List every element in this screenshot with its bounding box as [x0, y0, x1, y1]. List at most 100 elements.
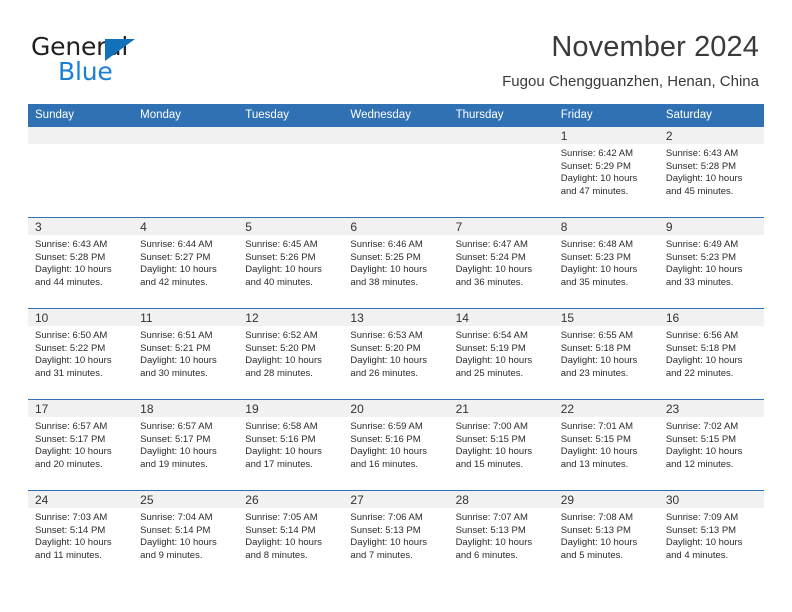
- calendar-day-cell[interactable]: 17 Sunrise: 6:57 AM Sunset: 5:17 PM Dayligh…: [28, 399, 134, 491]
- sunset-text: Sunset: 5:14 PM: [245, 524, 316, 536]
- calendar-day-cell[interactable]: 28 Sunrise: 7:07 AM Sunset: 5:13 PM Dayligh…: [448, 490, 554, 581]
- column-header-wednesday: Wednesday: [343, 104, 449, 127]
- sunrise-text: Sunrise: 6:58 AM: [245, 421, 318, 432]
- daylight-text-line1: Daylight: 10 hours: [665, 264, 743, 276]
- calendar-day-cell[interactable]: 20 Sunrise: 6:59 AM Sunset: 5:16 PM Dayligh…: [343, 399, 449, 491]
- daylight-text-line2: and 47 minutes.: [560, 185, 629, 197]
- calendar-day-cell[interactable]: 14 Sunrise: 6:54 AM Sunset: 5:19 PM Dayligh…: [448, 308, 554, 400]
- sunset-text: Sunset: 5:18 PM: [665, 342, 737, 354]
- calendar-day-cell[interactable]: 30 Sunrise: 7:09 AM Sunset: 5:13 PM Dayligh…: [658, 490, 764, 581]
- day-number: 26: [238, 491, 344, 508]
- calendar-day-cell[interactable]: 11 Sunrise: 6:51 AM Sunset: 5:21 PM Dayligh…: [133, 308, 239, 400]
- day-sun-info: Sunrise: 6:58 AM Sunset: 5:16 PM Daylight:…: [238, 417, 343, 471]
- sunrise-text: Sunrise: 6:51 AM: [140, 330, 213, 341]
- daylight-text-line1: Daylight: 10 hours: [665, 537, 743, 549]
- day-number: 12: [238, 309, 344, 326]
- calendar-day-cell[interactable]: 7 Sunrise: 6:47 AM Sunset: 5:24 PM Daylight…: [448, 217, 554, 309]
- sunrise-text: Sunrise: 6:43 AM: [35, 239, 108, 250]
- calendar-day-cell[interactable]: 13 Sunrise: 6:53 AM Sunset: 5:20 PM Dayligh…: [343, 308, 449, 400]
- calendar-day-cell-empty: [343, 127, 449, 218]
- calendar-day-cell[interactable]: 15 Sunrise: 6:55 AM Sunset: 5:18 PM Dayligh…: [553, 308, 659, 400]
- day-number: 27: [343, 491, 449, 508]
- daylight-text-line1: Daylight: 10 hours: [35, 355, 112, 367]
- day-sun-info: Sunrise: 7:08 AM Sunset: 5:13 PM Daylight:…: [554, 508, 659, 562]
- day-sun-info: Sunrise: 7:01 AM Sunset: 5:15 PM Daylight:…: [554, 417, 659, 471]
- sunrise-text: Sunrise: 6:43 AM: [665, 148, 739, 159]
- day-sun-info: Sunrise: 7:06 AM Sunset: 5:13 PM Daylight:…: [343, 508, 448, 562]
- sunset-text: Sunset: 5:26 PM: [245, 251, 316, 263]
- brand-logo[interactable]: General Blue: [31, 33, 221, 89]
- sunset-text: Sunset: 5:25 PM: [350, 251, 421, 263]
- sunrise-text: Sunrise: 6:52 AM: [245, 330, 318, 341]
- calendar-day-cell[interactable]: 23 Sunrise: 7:02 AM Sunset: 5:15 PM Dayligh…: [658, 399, 764, 491]
- calendar-day-cell[interactable]: 29 Sunrise: 7:08 AM Sunset: 5:13 PM Dayligh…: [553, 490, 659, 581]
- calendar-day-cell[interactable]: 4 Sunrise: 6:44 AM Sunset: 5:27 PM Daylight…: [133, 217, 239, 309]
- day-sun-info: Sunrise: 6:54 AM Sunset: 5:19 PM Daylight:…: [449, 326, 554, 380]
- calendar-week-row: 17 Sunrise: 6:57 AM Sunset: 5:17 PM Dayligh…: [28, 399, 764, 491]
- calendar-day-cell[interactable]: 8 Sunrise: 6:48 AM Sunset: 5:23 PM Daylight…: [553, 217, 659, 309]
- sunrise-text: Sunrise: 7:08 AM: [560, 512, 634, 523]
- day-sun-info: Sunrise: 6:57 AM Sunset: 5:17 PM Daylight:…: [133, 417, 238, 471]
- column-header-tuesday: Tuesday: [238, 104, 344, 127]
- day-number: [448, 127, 554, 144]
- sunrise-text: Sunrise: 6:53 AM: [350, 330, 423, 341]
- calendar-day-cell[interactable]: 6 Sunrise: 6:46 AM Sunset: 5:25 PM Daylight…: [343, 217, 449, 309]
- calendar-day-cell[interactable]: 1 Sunrise: 6:42 AM Sunset: 5:29 PM Daylight…: [553, 127, 659, 218]
- sunset-text: Sunset: 5:13 PM: [560, 524, 631, 536]
- daylight-text-line2: and 26 minutes.: [350, 367, 419, 379]
- daylight-text-line1: Daylight: 10 hours: [665, 173, 743, 185]
- daylight-text-line2: and 23 minutes.: [560, 367, 629, 379]
- daylight-text-line2: and 35 minutes.: [560, 276, 629, 288]
- calendar-day-cell[interactable]: 3 Sunrise: 6:43 AM Sunset: 5:28 PM Daylight…: [28, 217, 134, 309]
- day-sun-info: Sunrise: 7:07 AM Sunset: 5:13 PM Daylight:…: [449, 508, 554, 562]
- day-number: [133, 127, 239, 144]
- calendar-day-cell[interactable]: 9 Sunrise: 6:49 AM Sunset: 5:23 PM Daylight…: [658, 217, 764, 309]
- calendar-day-cell[interactable]: 22 Sunrise: 7:01 AM Sunset: 5:15 PM Dayligh…: [553, 399, 659, 491]
- calendar-week-row: 1 Sunrise: 6:42 AM Sunset: 5:29 PM Daylight…: [28, 127, 764, 218]
- calendar-day-cell-empty: [28, 127, 134, 218]
- calendar-table: Sunday Monday Tuesday Wednesday Thursday Frid…: [28, 104, 764, 581]
- daylight-text-line1: Daylight: 10 hours: [245, 355, 322, 367]
- sunrise-text: Sunrise: 6:44 AM: [140, 239, 213, 250]
- location-subtitle: Fugou Chengguanzhen, Henan, China: [502, 73, 759, 90]
- daylight-text-line1: Daylight: 10 hours: [560, 264, 638, 276]
- day-number: 9: [658, 218, 764, 235]
- calendar-day-cell[interactable]: 24 Sunrise: 7:03 AM Sunset: 5:14 PM Dayligh…: [28, 490, 134, 581]
- calendar-week-row: 10 Sunrise: 6:50 AM Sunset: 5:22 PM Dayligh…: [28, 308, 764, 400]
- calendar-day-cell[interactable]: 10 Sunrise: 6:50 AM Sunset: 5:22 PM Dayligh…: [28, 308, 134, 400]
- daylight-text-line1: Daylight: 10 hours: [560, 173, 638, 185]
- daylight-text-line1: Daylight: 10 hours: [350, 264, 427, 276]
- day-sun-info: Sunrise: 6:43 AM Sunset: 5:28 PM Daylight:…: [28, 235, 133, 289]
- daylight-text-line2: and 11 minutes.: [35, 549, 102, 561]
- day-sun-info: Sunrise: 7:00 AM Sunset: 5:15 PM Daylight:…: [449, 417, 554, 471]
- day-sun-info: Sunrise: 6:45 AM Sunset: 5:26 PM Daylight:…: [238, 235, 343, 289]
- sunrise-text: Sunrise: 7:02 AM: [665, 421, 739, 432]
- daylight-text-line2: and 6 minutes.: [455, 549, 518, 561]
- day-number: [238, 127, 344, 144]
- page-header: General Blue November 2024 Fugou Chenggu…: [0, 0, 792, 100]
- calendar-day-cell[interactable]: 12 Sunrise: 6:52 AM Sunset: 5:20 PM Dayligh…: [238, 308, 344, 400]
- day-number: 2: [658, 127, 764, 144]
- calendar-day-cell[interactable]: 5 Sunrise: 6:45 AM Sunset: 5:26 PM Daylight…: [238, 217, 344, 309]
- calendar-day-cell[interactable]: 19 Sunrise: 6:58 AM Sunset: 5:16 PM Dayligh…: [238, 399, 344, 491]
- calendar-day-cell[interactable]: 27 Sunrise: 7:06 AM Sunset: 5:13 PM Dayligh…: [343, 490, 449, 581]
- sunset-text: Sunset: 5:17 PM: [140, 433, 211, 445]
- calendar-day-cell[interactable]: 26 Sunrise: 7:05 AM Sunset: 5:14 PM Dayligh…: [238, 490, 344, 581]
- calendar-day-cell-empty: [448, 127, 554, 218]
- daylight-text-line2: and 4 minutes.: [665, 549, 729, 561]
- day-number: 7: [448, 218, 554, 235]
- calendar-day-cell[interactable]: 2 Sunrise: 6:43 AM Sunset: 5:28 PM Daylight…: [658, 127, 764, 218]
- calendar-body: 1 Sunrise: 6:42 AM Sunset: 5:29 PM Daylight…: [28, 127, 764, 581]
- calendar-page: General Blue November 2024 Fugou Chenggu…: [0, 0, 792, 612]
- sunset-text: Sunset: 5:16 PM: [245, 433, 316, 445]
- sunset-text: Sunset: 5:20 PM: [350, 342, 421, 354]
- calendar-day-cell[interactable]: 21 Sunrise: 7:00 AM Sunset: 5:15 PM Dayligh…: [448, 399, 554, 491]
- day-sun-info: Sunrise: 7:04 AM Sunset: 5:14 PM Daylight:…: [133, 508, 238, 562]
- day-number: 30: [658, 491, 764, 508]
- calendar-day-cell[interactable]: 16 Sunrise: 6:56 AM Sunset: 5:18 PM Dayligh…: [658, 308, 764, 400]
- day-sun-info: Sunrise: 6:55 AM Sunset: 5:18 PM Daylight:…: [554, 326, 659, 380]
- daylight-text-line1: Daylight: 10 hours: [560, 537, 638, 549]
- calendar-day-cell[interactable]: 18 Sunrise: 6:57 AM Sunset: 5:17 PM Dayligh…: [133, 399, 239, 491]
- calendar-day-cell[interactable]: 25 Sunrise: 7:04 AM Sunset: 5:14 PM Dayligh…: [133, 490, 239, 581]
- daylight-text-line2: and 40 minutes.: [245, 276, 313, 288]
